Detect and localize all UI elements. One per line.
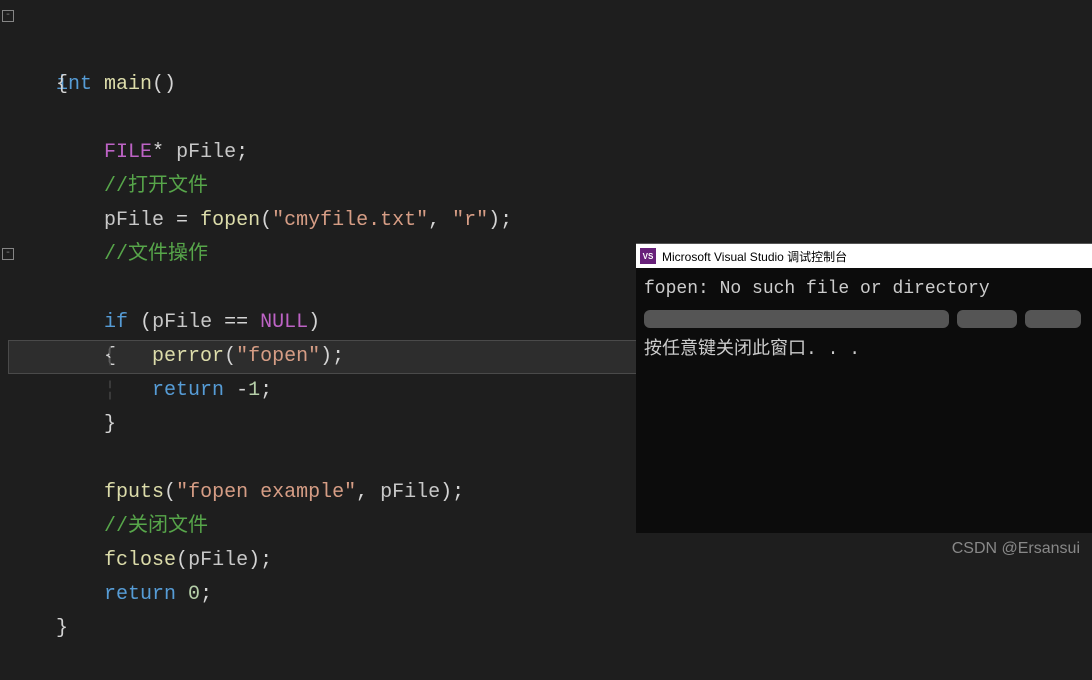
function-fclose: fclose — [104, 549, 176, 572]
code-line[interactable]: FILE* pFile; — [8, 102, 1092, 136]
string-literal: "r" — [452, 209, 488, 232]
function-main: main — [92, 73, 152, 96]
type-file: FILE — [104, 141, 152, 164]
indent-guide: ¦ — [104, 345, 152, 368]
redacted-text — [644, 310, 949, 328]
macro-null: NULL — [260, 311, 308, 334]
comment: //打开文件 — [104, 175, 208, 198]
keyword-return: return — [104, 583, 188, 606]
redacted-text — [957, 310, 1017, 328]
number-literal: 1 — [248, 379, 260, 402]
comment: //关闭文件 — [104, 515, 208, 538]
brace-close: } — [56, 617, 68, 640]
function-fputs: fputs — [104, 481, 164, 504]
console-output[interactable]: fopen: No such file or directory 按任意键关闭此… — [636, 268, 1092, 372]
indent-guide: ¦ — [104, 379, 152, 402]
vs-icon: VS — [640, 248, 656, 264]
keyword-if: if — [104, 311, 140, 334]
fold-toggle-icon[interactable]: - — [2, 10, 14, 22]
redacted-text — [1025, 310, 1081, 328]
function-perror: perror — [152, 345, 224, 368]
string-literal: "fopen example" — [176, 481, 356, 504]
fold-toggle-icon[interactable]: - — [2, 248, 14, 260]
keyword-return: return — [152, 379, 236, 402]
string-literal: "cmyfile.txt" — [272, 209, 428, 232]
console-titlebar[interactable]: VS Microsoft Visual Studio 调试控制台 — [636, 244, 1092, 268]
brace-open: { — [56, 73, 68, 96]
debug-console-window[interactable]: VS Microsoft Visual Studio 调试控制台 fopen: … — [636, 243, 1092, 533]
parens: () — [152, 73, 176, 96]
number-literal: 0 — [188, 583, 200, 606]
console-line: 按任意键关闭此窗口. . . — [644, 335, 1084, 366]
comment: //文件操作 — [104, 243, 208, 266]
identifier: pFile — [176, 141, 236, 164]
console-line: fopen: No such file or directory — [644, 274, 1084, 305]
console-line-redacted — [644, 305, 1084, 336]
function-fopen: fopen — [200, 209, 260, 232]
brace-close: } — [104, 413, 116, 436]
code-line[interactable]: { — [8, 34, 1092, 68]
code-line[interactable]: - int main() — [8, 0, 1092, 34]
console-title: Microsoft Visual Studio 调试控制台 — [662, 248, 847, 265]
string-literal: "fopen" — [236, 345, 320, 368]
watermark: CSDN @Ersansui — [952, 540, 1080, 558]
